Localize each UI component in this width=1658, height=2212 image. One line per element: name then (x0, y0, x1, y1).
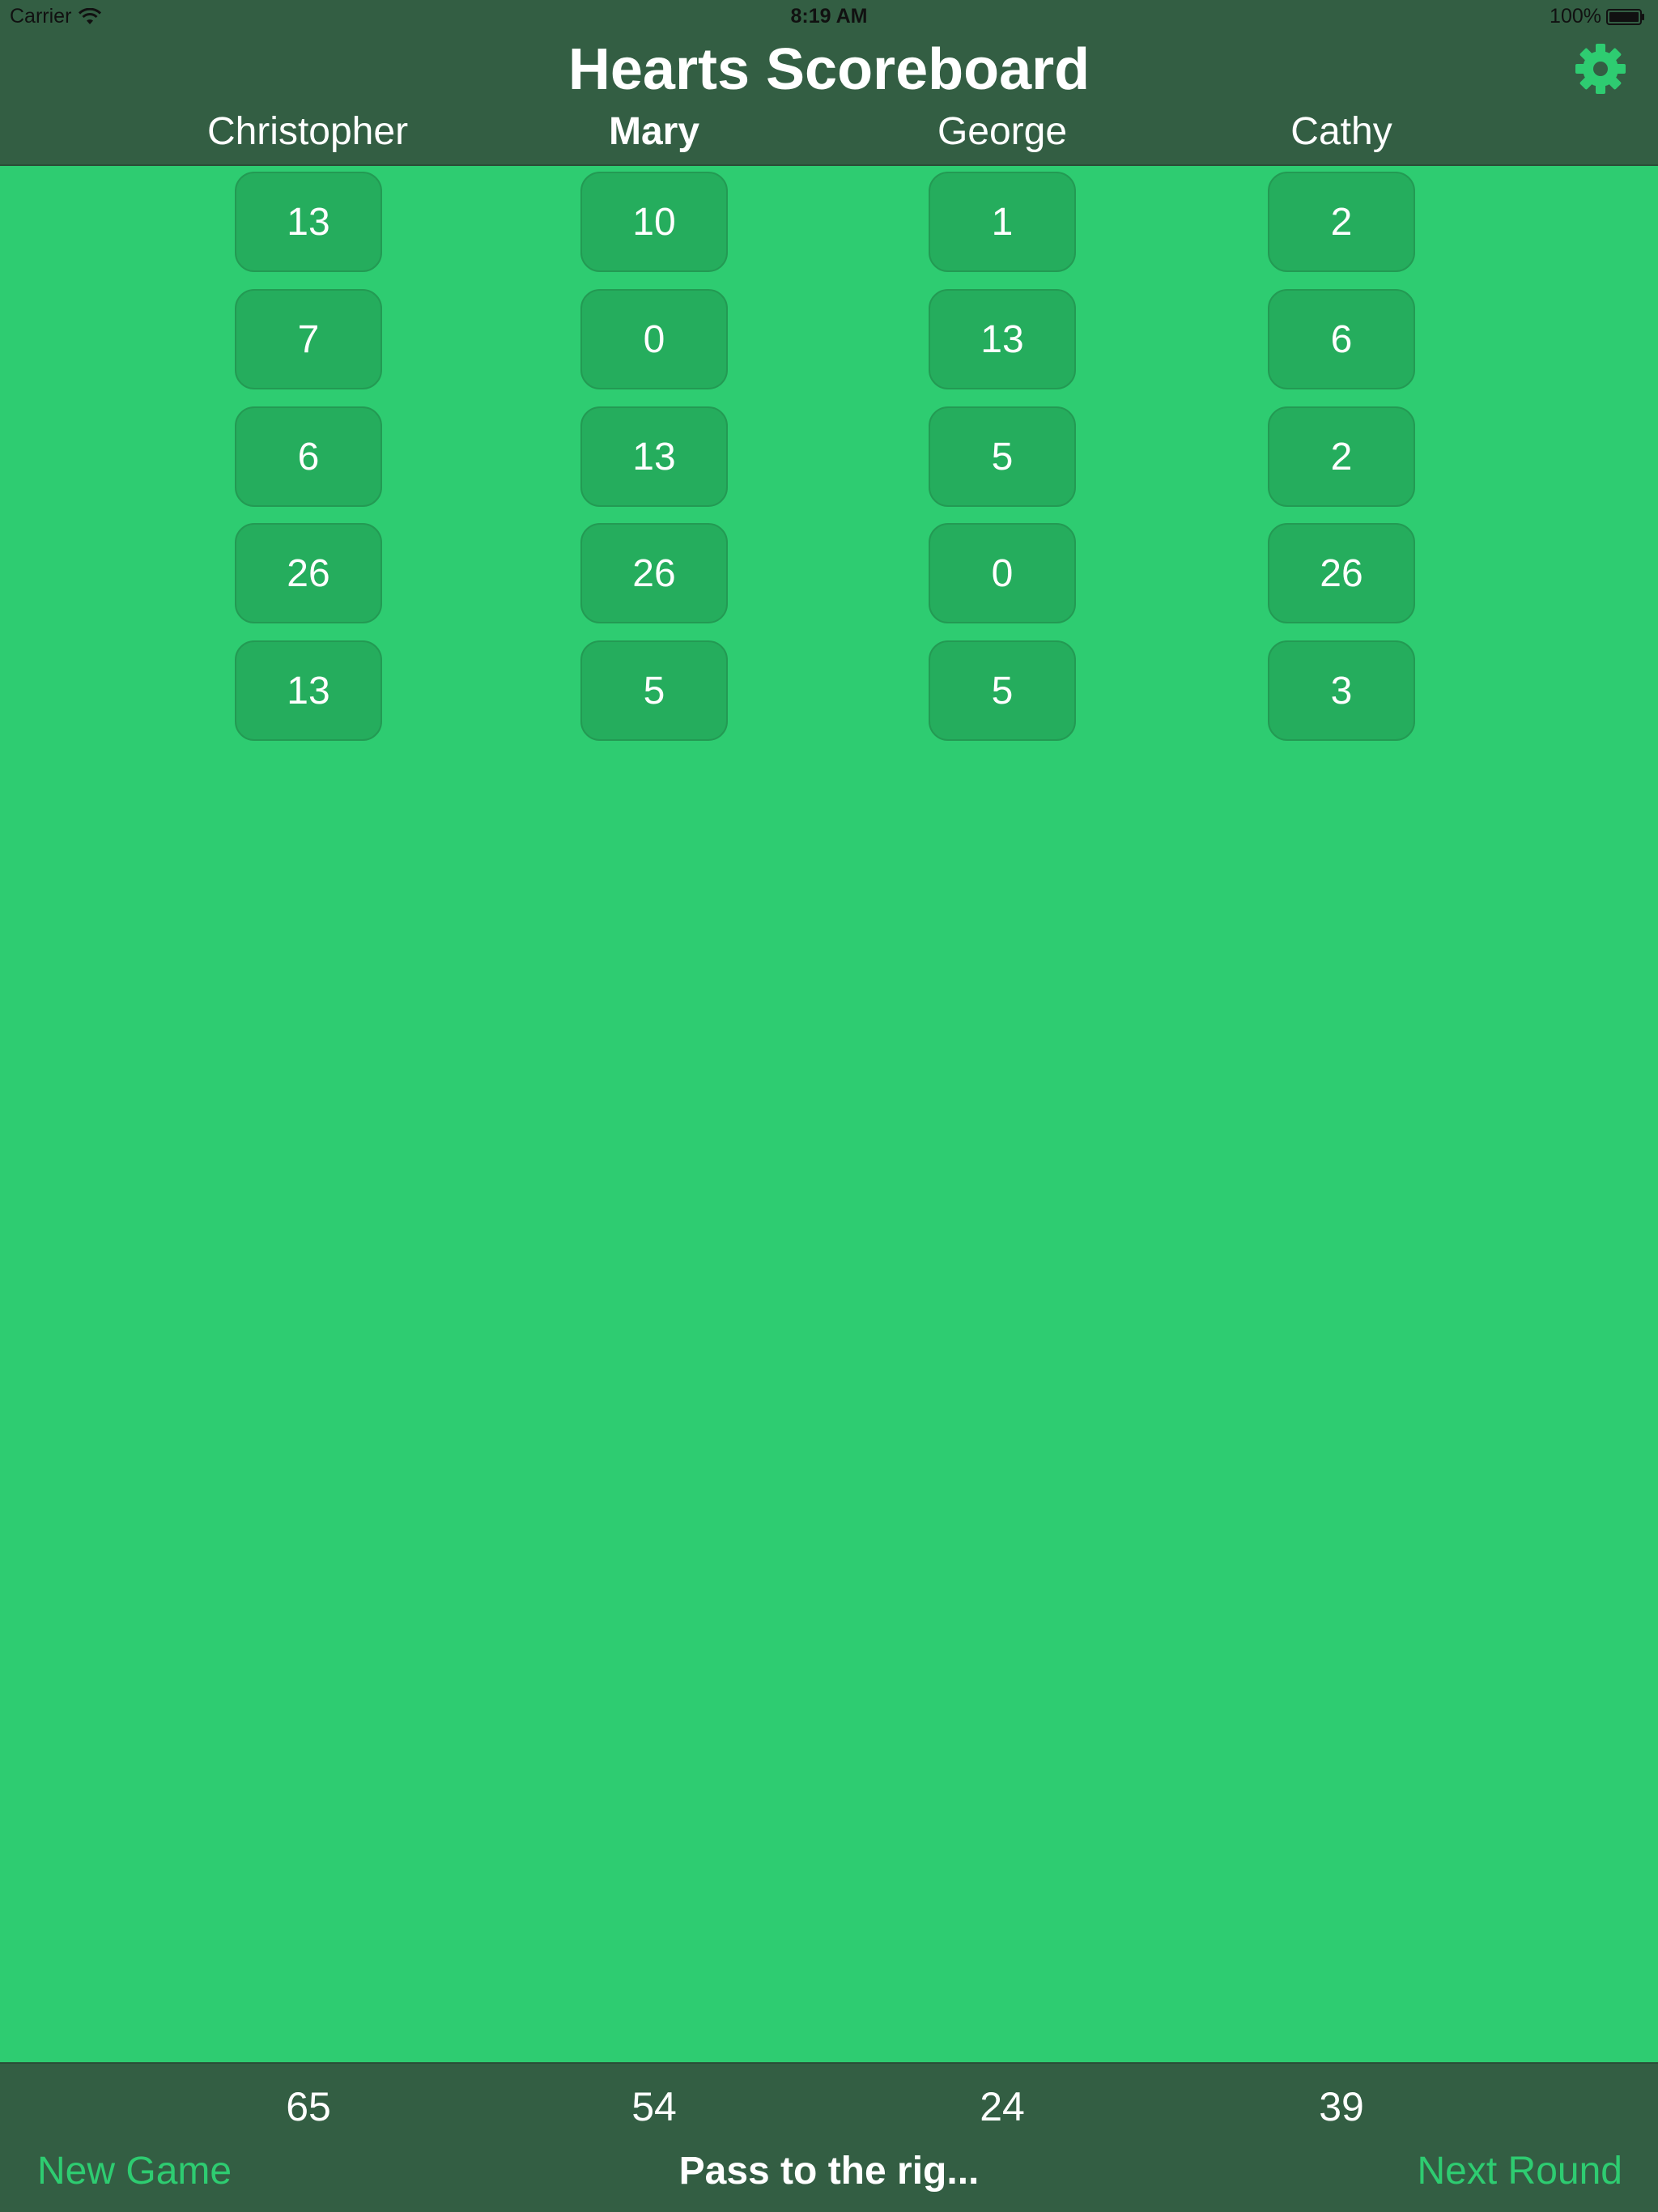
score-cell[interactable]: 10 (580, 172, 728, 272)
score-row-4: 26 26 0 26 (0, 523, 1658, 627)
status-bar: Carrier 8:19 AM 100% (0, 0, 1658, 32)
battery-percent: 100% (1550, 5, 1601, 28)
score-cell[interactable]: 26 (1268, 523, 1415, 623)
score-cell[interactable]: 26 (580, 523, 728, 623)
gear-icon (1575, 44, 1626, 94)
status-time: 8:19 AM (790, 5, 868, 28)
players-header: Christopher Mary George Cathy (0, 105, 1658, 159)
score-cell[interactable]: 1 (929, 172, 1076, 272)
pass-direction-label: Pass to the rig... (678, 2150, 980, 2193)
score-cell[interactable]: 2 (1268, 172, 1415, 272)
score-cell[interactable]: 5 (580, 640, 728, 741)
total-mary: 54 (631, 2084, 677, 2129)
totals-row: 65 54 24 39 (0, 2080, 1658, 2133)
score-row-2: 7 0 13 6 (0, 289, 1658, 393)
battery-icon (1606, 8, 1647, 26)
player-name-george[interactable]: George (857, 105, 1148, 159)
total-george: 24 (980, 2084, 1025, 2129)
score-cell[interactable]: 13 (235, 172, 382, 272)
score-cell[interactable]: 0 (580, 289, 728, 389)
next-round-button[interactable]: Next Round (1418, 2145, 1622, 2198)
score-row-1: 13 10 1 2 (0, 172, 1658, 275)
player-name-christopher[interactable]: Christopher (162, 105, 453, 159)
score-cell[interactable]: 5 (929, 640, 1076, 741)
player-name-mary[interactable]: Mary (508, 105, 800, 159)
scoreboard-screen: Carrier 8:19 AM 100% Hearts Scoreboard C… (0, 0, 1658, 2212)
score-cell[interactable]: 13 (235, 640, 382, 741)
top-bar: Carrier 8:19 AM 100% Hearts Scoreboard C… (0, 0, 1658, 166)
total-christopher: 65 (286, 2084, 331, 2129)
score-cell[interactable]: 7 (235, 289, 382, 389)
score-cell[interactable]: 3 (1268, 640, 1415, 741)
score-row-5: 13 5 5 3 (0, 640, 1658, 744)
status-battery: 100% (1550, 5, 1647, 28)
page-title: Hearts Scoreboard (568, 37, 1090, 102)
score-cell[interactable]: 2 (1268, 406, 1415, 507)
player-name-cathy[interactable]: Cathy (1196, 105, 1487, 159)
total-cathy: 39 (1319, 2084, 1364, 2129)
score-row-3: 6 13 5 2 (0, 406, 1658, 510)
bottom-bar: 65 54 24 39 New Game Pass to the rig... … (0, 2062, 1658, 2212)
score-cell[interactable]: 6 (1268, 289, 1415, 389)
score-cell[interactable]: 5 (929, 406, 1076, 507)
score-cell[interactable]: 0 (929, 523, 1076, 623)
score-cell[interactable]: 26 (235, 523, 382, 623)
score-cell[interactable]: 13 (580, 406, 728, 507)
settings-button[interactable] (1574, 42, 1627, 96)
score-cell[interactable]: 6 (235, 406, 382, 507)
score-cell[interactable]: 13 (929, 289, 1076, 389)
